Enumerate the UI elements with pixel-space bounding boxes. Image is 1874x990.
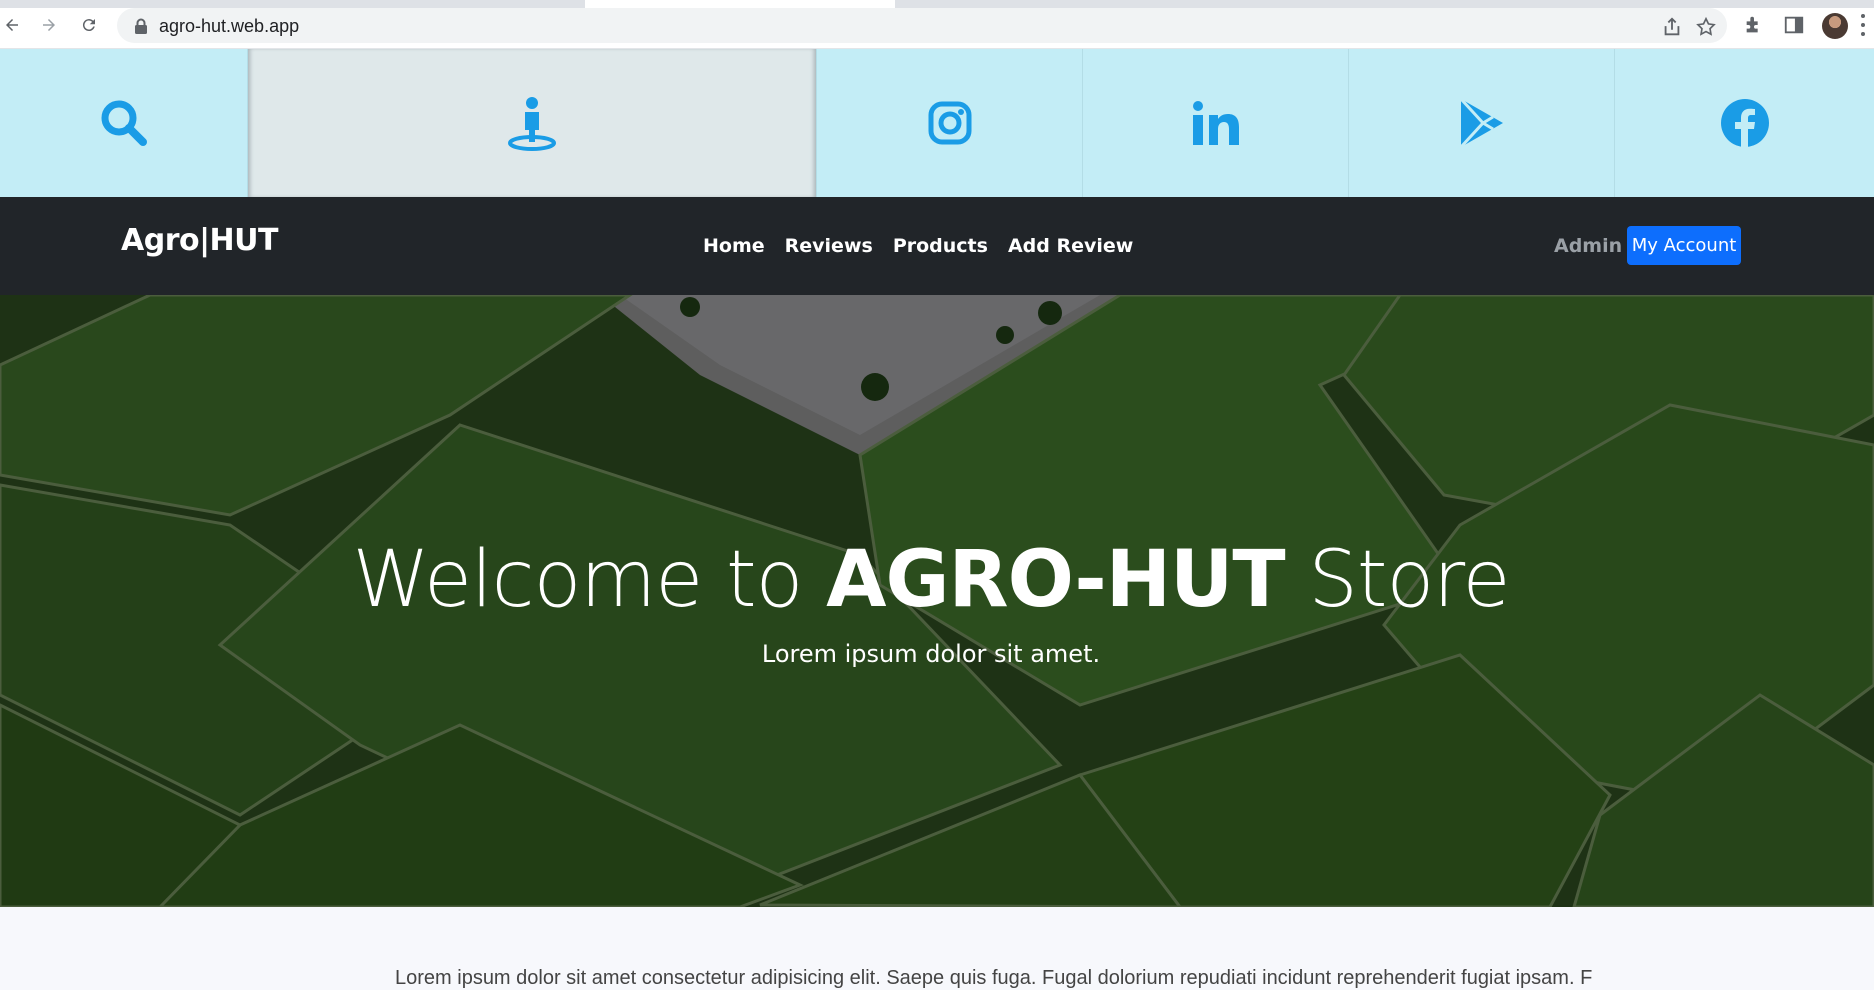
hero-banner: Welcome to AGRO-HUT Store Lorem ipsum do… bbox=[0, 295, 1874, 907]
bookmark-star-icon[interactable] bbox=[1695, 16, 1717, 38]
nav-link-products[interactable]: Products bbox=[893, 235, 988, 257]
hero-subtitle: Lorem ipsum dolor sit amet. bbox=[761, 640, 1101, 668]
content-section: Lorem ipsum dolor sit amet consectetur a… bbox=[0, 907, 1874, 989]
search-icon bbox=[101, 100, 147, 146]
tab-strip bbox=[0, 0, 1874, 8]
intro-paragraph: Lorem ipsum dolor sit amet consectetur a… bbox=[395, 967, 1593, 989]
reload-icon[interactable] bbox=[77, 13, 101, 37]
nav-link-home[interactable]: Home bbox=[703, 235, 765, 257]
nav-link-add-review[interactable]: Add Review bbox=[1008, 235, 1133, 257]
social-linkedin[interactable] bbox=[1083, 49, 1349, 197]
back-icon[interactable] bbox=[0, 13, 24, 37]
browser-toolbar: agro-hut.web.app bbox=[0, 0, 1874, 49]
social-bar bbox=[0, 49, 1874, 197]
facebook-icon bbox=[1720, 99, 1769, 147]
main-navbar: Agro|HUT Home Reviews Products Add Revie… bbox=[0, 197, 1874, 295]
nav-links: Home Reviews Products Add Review bbox=[703, 235, 1133, 257]
side-panel-icon[interactable] bbox=[1783, 14, 1805, 36]
brand-logo[interactable]: Agro|HUT bbox=[121, 223, 279, 258]
social-facebook[interactable] bbox=[1615, 49, 1874, 197]
active-tab[interactable] bbox=[585, 0, 895, 8]
extensions-icon[interactable] bbox=[1743, 14, 1765, 36]
profile-avatar[interactable] bbox=[1822, 13, 1848, 39]
linkedin-icon bbox=[1192, 101, 1239, 145]
lock-icon bbox=[135, 18, 147, 34]
my-account-button[interactable]: My Account bbox=[1627, 226, 1741, 265]
forward-icon[interactable] bbox=[37, 13, 61, 37]
hero-title: Welcome to AGRO-HUT Store bbox=[352, 535, 1510, 625]
google-play-icon bbox=[1459, 99, 1503, 147]
instagram-icon bbox=[928, 101, 971, 145]
social-instagram[interactable] bbox=[817, 49, 1083, 197]
social-search[interactable] bbox=[0, 49, 248, 197]
social-location[interactable] bbox=[248, 49, 817, 197]
nav-link-reviews[interactable]: Reviews bbox=[785, 235, 873, 257]
url-text[interactable]: agro-hut.web.app bbox=[159, 16, 299, 37]
share-icon[interactable] bbox=[1661, 16, 1683, 38]
menu-kebab-icon[interactable] bbox=[1858, 12, 1868, 38]
location-person-icon bbox=[508, 97, 556, 151]
admin-link[interactable]: Admin bbox=[1554, 235, 1622, 257]
social-google-play[interactable] bbox=[1349, 49, 1615, 197]
address-bar[interactable]: agro-hut.web.app bbox=[117, 8, 1727, 43]
